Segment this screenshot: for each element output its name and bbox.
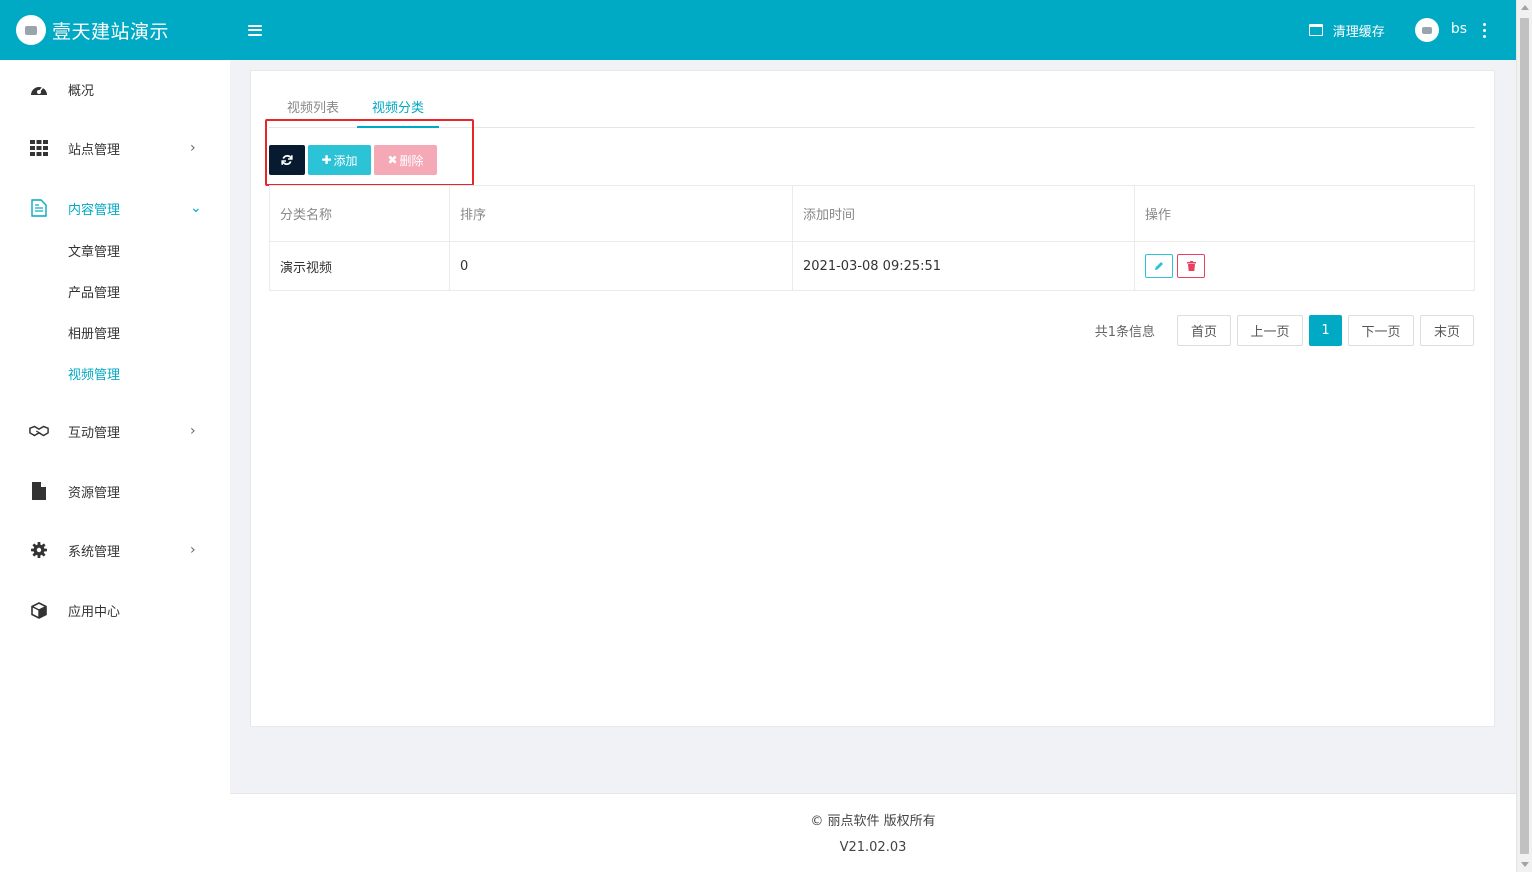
column-header: 添加时间 (792, 185, 1135, 242)
sidebar-item-interaction[interactable]: 互动管理 › (0, 411, 230, 451)
edit-button[interactable] (1145, 254, 1173, 278)
document-icon (29, 198, 49, 218)
refresh-button[interactable] (269, 145, 305, 175)
trash-icon (1186, 261, 1196, 271)
close-icon: ✖ (387, 153, 398, 167)
cell-actions (1134, 241, 1475, 291)
page-prev[interactable]: 上一页 (1237, 315, 1303, 346)
chevron-right-icon: › (190, 140, 196, 156)
plus-icon: ✚ (321, 153, 332, 167)
sidebar-subitem-album[interactable]: 相册管理 (68, 324, 120, 346)
page-next[interactable]: 下一页 (1348, 315, 1414, 346)
chevron-right-icon: › (190, 423, 196, 439)
add-button-label: 添加 (333, 153, 358, 168)
clear-cache-label: 清理缓存 (1332, 24, 1385, 40)
username: bs (1450, 21, 1467, 37)
sidebar-item-label: 互动管理 (68, 425, 121, 441)
sidebar-item-system[interactable]: 系统管理 › (0, 530, 230, 570)
pagination-info: 共1条信息 (1094, 325, 1155, 340)
sidebar-item-label: 资源管理 (68, 485, 121, 501)
refresh-icon (281, 155, 293, 165)
scrollbar-thumb[interactable] (1520, 18, 1529, 854)
top-header: 壹天建站演示 清理缓存 bs (0, 0, 1516, 60)
more-vertical-icon[interactable] (1483, 22, 1486, 38)
sidebar-item-label: 应用中心 (68, 604, 121, 620)
chevron-down-icon: ⌄ (190, 200, 202, 216)
sidebar-item-label: 概况 (68, 83, 95, 99)
file-icon (29, 481, 49, 501)
sidebar-item-site[interactable]: 站点管理 › (0, 128, 230, 168)
avatar (1414, 18, 1439, 42)
handshake-icon (29, 421, 49, 441)
app-title: 壹天建站演示 (52, 20, 170, 43)
user-menu[interactable]: bs (1414, 18, 1486, 42)
table-header-row: 分类名称 排序 添加时间 操作 (269, 185, 1475, 242)
cell-category-name: 演示视频 (269, 241, 450, 291)
basket-icon (1308, 24, 1323, 36)
chevron-right-icon: › (190, 542, 196, 558)
sidebar-subitem-product[interactable]: 产品管理 (68, 283, 120, 305)
sidebar-item-resource[interactable]: 资源管理 (0, 471, 230, 511)
sidebar-item-content[interactable]: 内容管理 ⌄ (0, 188, 230, 228)
sidebar-item-label: 站点管理 (68, 142, 121, 158)
vertical-scrollbar[interactable] (1516, 0, 1532, 872)
scroll-up-icon[interactable] (1521, 5, 1529, 10)
sidebar: 概况 站点管理 › 内容管理 ⌄ 文章管理 产品管理 相册管理 视频管理 互动管… (0, 60, 230, 872)
sidebar-item-overview[interactable]: 概况 (0, 69, 230, 109)
sidebar-subitem-video[interactable]: 视频管理 (68, 365, 120, 387)
page-last[interactable]: 末页 (1420, 315, 1474, 346)
content-card: 视频列表 视频分类 ✚ 添加 ✖ 删除 分类名称 排序 添加时间 操作 演示视频… (250, 70, 1495, 727)
delete-button[interactable]: ✖ 删除 (374, 145, 437, 175)
pagination: 共1条信息 首页 上一页 1 下一页 末页 (1095, 315, 1474, 346)
sidebar-item-label: 系统管理 (68, 544, 121, 560)
brand[interactable]: 壹天建站演示 (0, 0, 230, 60)
menu-toggle-icon[interactable] (248, 24, 262, 36)
page-first[interactable]: 首页 (1177, 315, 1231, 346)
cube-icon (29, 600, 49, 620)
column-header: 分类名称 (269, 185, 450, 242)
sidebar-item-label: 内容管理 (68, 202, 121, 218)
delete-row-button[interactable] (1177, 254, 1205, 278)
dashboard-icon (29, 79, 49, 99)
add-button[interactable]: ✚ 添加 (308, 145, 371, 175)
clear-cache-button[interactable]: 清理缓存 (1308, 21, 1385, 40)
grid-icon (29, 138, 49, 158)
category-table: 分类名称 排序 添加时间 操作 演示视频 0 2021-03-08 09:25:… (269, 185, 1475, 291)
column-header: 操作 (1134, 185, 1475, 242)
gear-icon (29, 540, 49, 560)
version: V21.02.03 (839, 840, 907, 855)
table-row: 演示视频 0 2021-03-08 09:25:51 (269, 241, 1475, 291)
cell-time: 2021-03-08 09:25:51 (792, 241, 1135, 291)
column-header: 排序 (449, 185, 793, 242)
cell-sort: 0 (449, 241, 793, 291)
page-current[interactable]: 1 (1309, 315, 1342, 346)
sidebar-item-apps[interactable]: 应用中心 (0, 590, 230, 630)
footer: © 丽点软件 版权所有 V21.02.03 (230, 793, 1516, 872)
delete-button-label: 删除 (399, 153, 424, 168)
pencil-icon (1155, 262, 1163, 270)
logo-icon (16, 15, 46, 45)
copyright: © 丽点软件 版权所有 (810, 814, 936, 829)
scroll-down-icon[interactable] (1521, 862, 1529, 867)
sidebar-subitem-article[interactable]: 文章管理 (68, 242, 120, 264)
